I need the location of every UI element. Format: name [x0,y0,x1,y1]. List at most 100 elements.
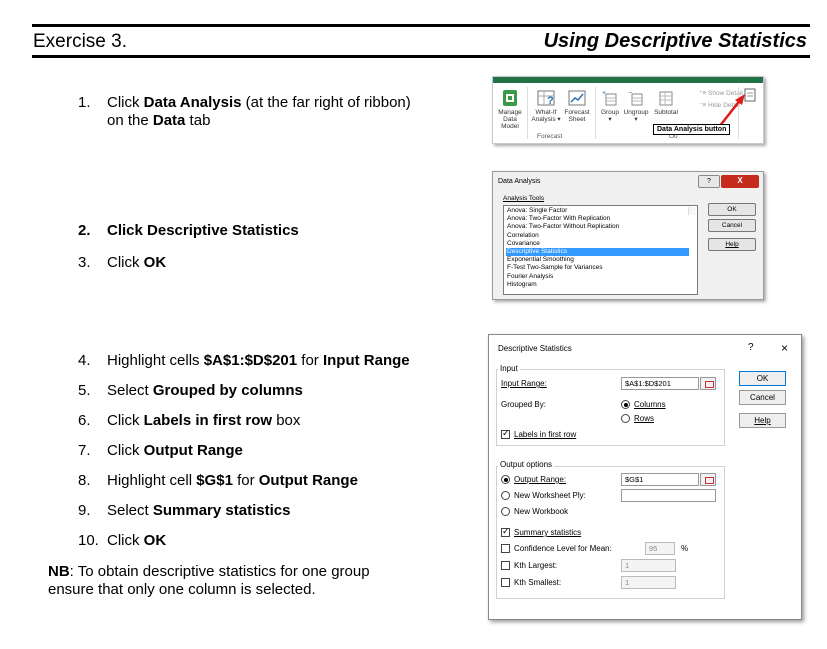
nb-line2: ensure that only one column is selected. [48,581,316,598]
help-icon[interactable]: ? [748,342,754,353]
list-item[interactable]: Covariance [506,240,697,248]
step-7: 7. Click Output Range [78,442,243,460]
step-text: Highlight cell [107,472,197,489]
step-text: for [297,352,323,369]
output-range-field[interactable]: $G$1 [621,473,699,486]
step-text: Input Range [322,352,410,369]
help-button[interactable]: ? [698,175,720,188]
subtotal-button[interactable]: Subtotal [652,89,680,116]
new-worksheet-radio[interactable] [501,491,510,500]
step-4: 4. Highlight cells $A$1:$D$201 for Input … [78,352,410,370]
step-text: Output Range [258,472,358,489]
list-item[interactable]: Anova: Single Factor [506,207,697,215]
step-text: Data Analysis [143,94,242,111]
help-button[interactable]: Help [739,413,786,428]
input-group-label: Input [498,364,520,373]
help-text-button[interactable]: Help [708,238,756,251]
descriptive-statistics-dialog: Descriptive Statistics ? × Input Input R… [488,334,802,620]
step-text: (at the far right of ribbon) [241,94,411,111]
what-if-analysis-button[interactable]: ? What-If Analysis ▾ [531,89,561,123]
output-options-label: Output options [498,460,555,469]
confidence-level-field[interactable]: 95 [645,542,675,555]
ungroup-button[interactable]: − Ungroup ▾ [622,89,650,123]
exercise-title: Exercise 3. [33,31,127,52]
new-workbook-label: New Workbook [514,507,569,516]
nb-label: NB [48,563,70,580]
columns-radio[interactable] [621,400,630,409]
ribbon-separator [527,87,528,139]
cancel-button[interactable]: Cancel [708,219,756,232]
ungroup-icon: − [628,90,643,106]
dialog-title: Descriptive Statistics [498,344,572,353]
header-rule-bottom [32,55,810,58]
step-text: on the [107,112,153,129]
ribbon-accent-bar [493,77,763,83]
manage-data-model-button[interactable]: Manage Data Model [496,89,524,130]
forecast-chart-icon [568,90,586,106]
step-text: Data [152,112,186,129]
close-button[interactable]: X [721,175,759,188]
kth-largest-field[interactable]: 1 [621,559,676,572]
step-text: Highlight cells [107,352,204,369]
step-text: OK [143,254,167,271]
kth-smallest-checkbox[interactable] [501,578,510,587]
list-item[interactable]: Fourier Analysis [506,273,697,281]
list-item[interactable]: F-Test Two-Sample for Variances [506,264,697,272]
analysis-tools-list[interactable]: Anova: Single Factor Anova: Two-Factor Wi… [503,205,698,295]
output-range-label: Output Range: [514,475,567,484]
list-scrollbar[interactable] [688,207,696,216]
summary-statistics-checkbox[interactable] [501,526,510,537]
collapse-range-icon[interactable] [700,377,716,390]
step-number: 7. [78,442,91,459]
step-5: 5. Select Grouped by columns [78,382,303,400]
collapse-range-icon[interactable] [700,473,716,486]
new-worksheet-field[interactable] [621,489,716,502]
labels-first-row-checkbox[interactable] [501,428,510,439]
forecast-sheet-button[interactable]: Forecast Sheet [563,89,591,123]
step-text: OK [143,532,167,549]
group-icon: + [602,90,617,106]
new-workbook-radio[interactable] [501,507,510,516]
input-range-field[interactable]: $A$1:$D$201 [621,377,699,390]
list-item[interactable]: Histogram [506,281,697,289]
new-worksheet-label: New Worksheet Ply: [514,491,586,500]
nb-note: NB: To obtain descriptive statistics for… [48,563,448,599]
step-text: tab [185,112,211,129]
kth-smallest-field[interactable]: 1 [621,576,676,589]
step-text: for [232,472,259,489]
svg-text:?: ? [547,95,554,107]
step-text: Click [107,254,144,271]
cancel-button[interactable]: Cancel [739,390,786,405]
group-button[interactable]: + Group ▾ [599,89,621,123]
step-number: 3. [78,254,91,271]
percent-label: % [681,544,689,553]
data-analysis-dialog: Data Analysis ? X Analysis Tools Anova: … [492,171,764,300]
confidence-level-checkbox[interactable] [501,544,510,553]
forecast-group-label: Forecast [537,133,563,140]
step-number: 1. [78,94,91,111]
step-8: 8. Highlight cell $G$1 for Output Range [78,472,358,490]
list-item[interactable]: Exponential Smoothing [506,256,697,264]
step-number: 9. [78,502,91,519]
list-item[interactable]: Anova: Two-Factor Without Replication [506,223,697,231]
list-item[interactable]: Correlation [506,232,697,240]
close-icon[interactable]: × [781,341,788,355]
step-6: 6. Click Labels in first row box [78,412,300,430]
step-text: Output Range [143,442,243,459]
step-text: Click [107,412,144,429]
step-number: 8. [78,472,91,489]
ok-button[interactable]: OK [739,371,786,386]
step-number: 5. [78,382,91,399]
list-item[interactable]: Descriptive Statistics [506,247,689,257]
step-text: Select [107,382,153,399]
rows-radio[interactable] [621,414,630,423]
output-range-radio[interactable] [501,475,510,484]
step-1: 1. Click Data Analysis (at the far right … [78,94,411,130]
step-text: Summary statistics [152,502,291,519]
kth-smallest-label: Kth Smallest: [514,578,562,587]
step-number: 6. [78,412,91,429]
svg-text:−: − [628,90,632,97]
kth-largest-checkbox[interactable] [501,561,510,570]
list-item[interactable]: Anova: Two-Factor With Replication [506,215,697,223]
ok-button[interactable]: OK [708,203,756,216]
